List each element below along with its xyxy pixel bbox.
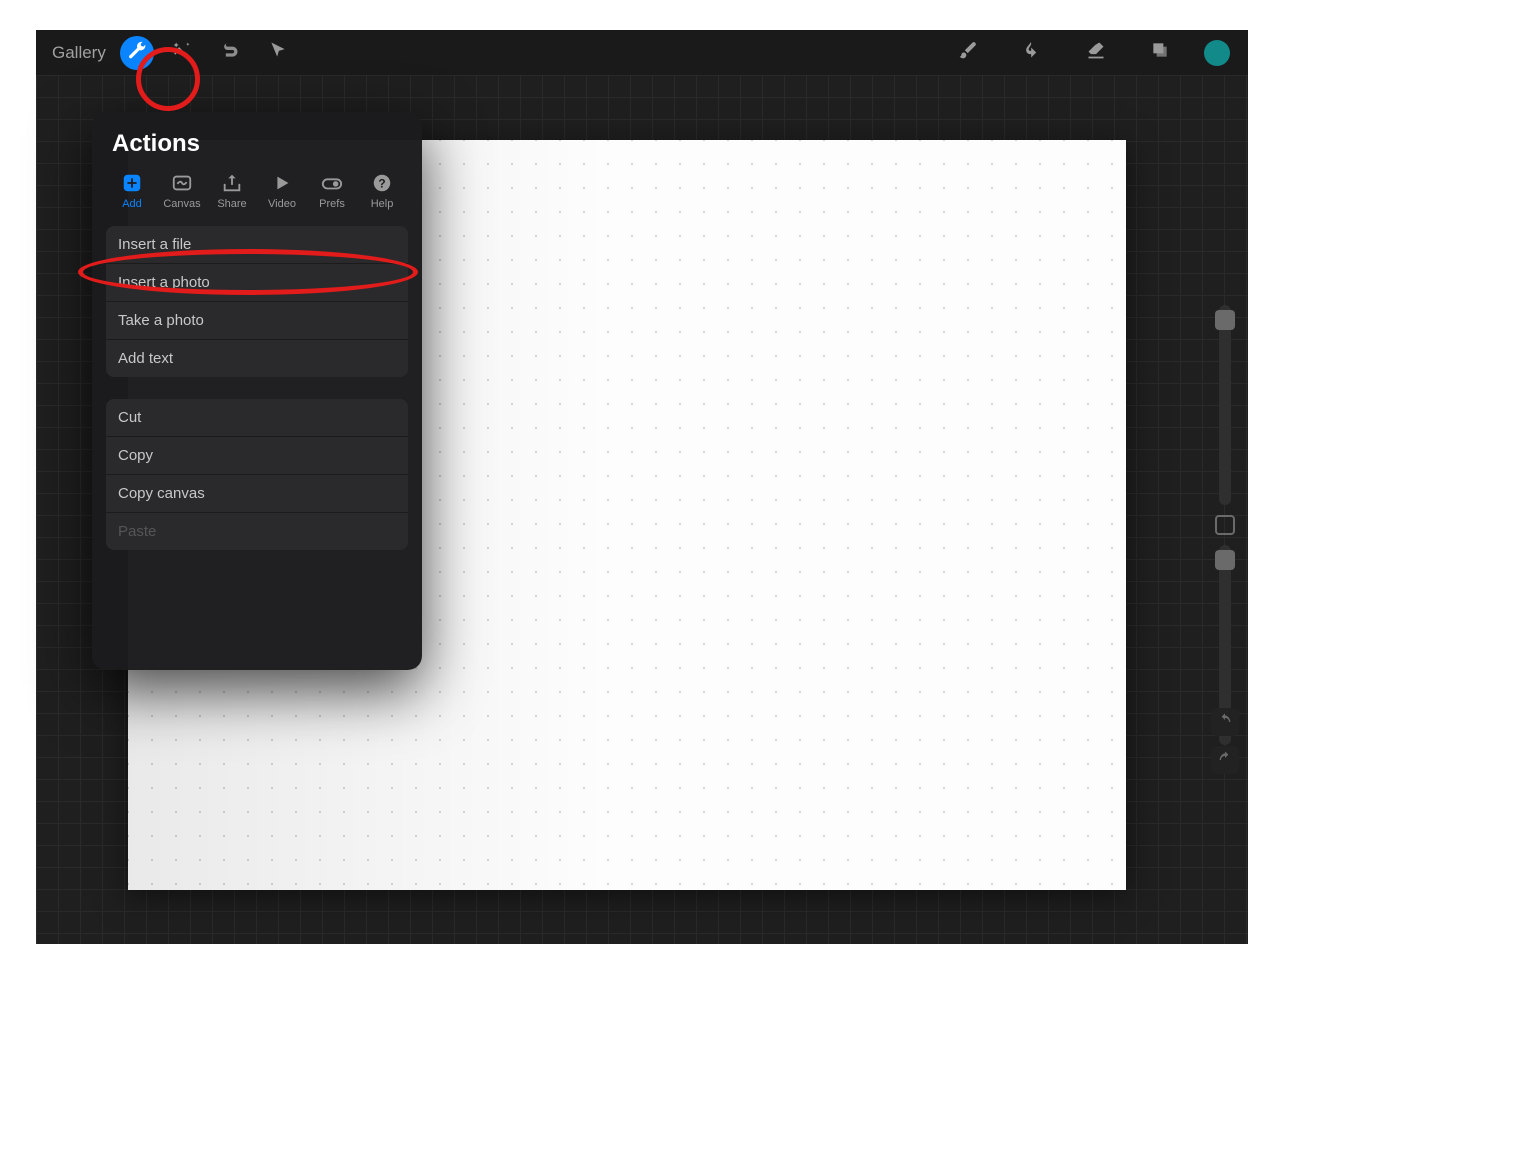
menu-copy[interactable]: Copy: [106, 437, 408, 475]
menu-add-text[interactable]: Add text: [106, 340, 408, 377]
layers-button[interactable]: [1140, 33, 1180, 73]
gallery-button[interactable]: Gallery: [46, 43, 112, 63]
tab-prefs[interactable]: Prefs: [308, 172, 356, 210]
undo-button[interactable]: [1211, 708, 1239, 736]
adjustments-button[interactable]: [162, 33, 202, 73]
layers-icon: [1150, 40, 1170, 65]
toolbar-left: Gallery: [46, 33, 298, 73]
transform-button[interactable]: [258, 33, 298, 73]
redo-icon: [1217, 750, 1233, 771]
tab-label: Prefs: [319, 198, 345, 210]
actions-menu-group-1: Insert a file Insert a photo Take a phot…: [106, 226, 408, 377]
tab-label: Video: [268, 198, 296, 210]
cursor-icon: [268, 40, 288, 65]
share-icon: [219, 172, 245, 194]
color-swatch-button[interactable]: [1204, 40, 1230, 66]
tab-label: Canvas: [163, 198, 200, 210]
brush-size-slider[interactable]: [1219, 305, 1231, 505]
actions-title: Actions: [106, 126, 408, 168]
app-frame: Gallery: [36, 30, 1248, 944]
side-sliders: [1208, 305, 1242, 755]
help-icon: ?: [369, 172, 395, 194]
brush-icon: [958, 40, 978, 65]
menu-insert-photo[interactable]: Insert a photo: [106, 264, 408, 302]
side-buttons: [1208, 708, 1242, 774]
menu-take-photo[interactable]: Take a photo: [106, 302, 408, 340]
brush-button[interactable]: [948, 33, 988, 73]
tab-video[interactable]: Video: [258, 172, 306, 210]
tab-label: Add: [122, 198, 142, 210]
svg-text:?: ?: [378, 177, 385, 191]
redo-button[interactable]: [1211, 746, 1239, 774]
tab-label: Help: [371, 198, 394, 210]
tab-add[interactable]: Add: [108, 172, 156, 210]
wrench-icon: [127, 40, 147, 65]
menu-insert-file[interactable]: Insert a file: [106, 226, 408, 264]
actions-wrench-button[interactable]: [120, 36, 154, 70]
selection-button[interactable]: [210, 33, 250, 73]
actions-menu-group-2: Cut Copy Copy canvas Paste: [106, 399, 408, 550]
selection-s-icon: [220, 40, 240, 65]
toggle-icon: [319, 172, 345, 194]
eraser-icon: [1086, 40, 1106, 65]
tab-help[interactable]: ? Help: [358, 172, 406, 210]
slider-nub-icon: [1215, 310, 1235, 330]
modify-button[interactable]: [1215, 515, 1235, 535]
slider-nub-icon: [1215, 550, 1235, 570]
undo-icon: [1217, 712, 1233, 733]
canvas-icon: [169, 172, 195, 194]
menu-copy-canvas[interactable]: Copy canvas: [106, 475, 408, 513]
menu-paste: Paste: [106, 513, 408, 550]
add-icon: [119, 172, 145, 194]
smudge-icon: [1022, 40, 1042, 65]
menu-cut[interactable]: Cut: [106, 399, 408, 437]
actions-popover: Actions Add Canvas Share Video Prefs: [92, 112, 422, 670]
tab-canvas[interactable]: Canvas: [158, 172, 206, 210]
toolbar-right: [948, 33, 1238, 73]
video-play-icon: [269, 172, 295, 194]
wand-icon: [172, 40, 192, 65]
smudge-button[interactable]: [1012, 33, 1052, 73]
top-toolbar: Gallery: [36, 30, 1248, 75]
tab-share[interactable]: Share: [208, 172, 256, 210]
actions-tabs: Add Canvas Share Video Prefs ? Help: [106, 168, 408, 222]
tab-label: Share: [217, 198, 246, 210]
eraser-button[interactable]: [1076, 33, 1116, 73]
